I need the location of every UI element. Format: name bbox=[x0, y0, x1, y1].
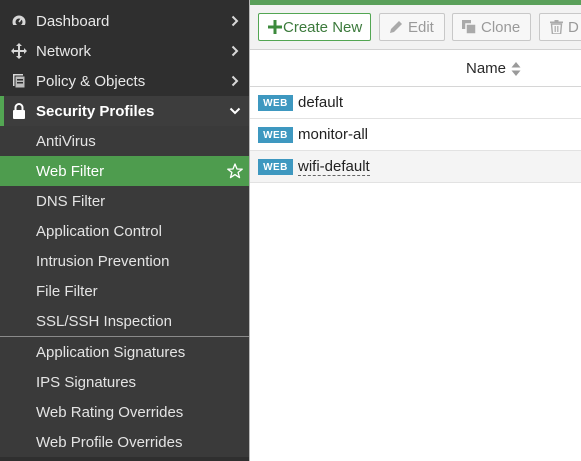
active-section-accent bbox=[0, 96, 4, 126]
sidebar-item-dashboard[interactable]: Dashboard bbox=[0, 6, 249, 36]
sidebar-subitem-label: SSL/SSH Inspection bbox=[36, 312, 172, 330]
sidebar-subitem-intrusion-prevention[interactable]: Intrusion Prevention bbox=[0, 246, 249, 276]
dashboard-icon bbox=[10, 12, 28, 30]
create-new-label: Create New bbox=[283, 18, 363, 36]
star-icon[interactable] bbox=[227, 163, 243, 179]
pencil-icon bbox=[388, 19, 404, 35]
delete-button[interactable]: D bbox=[539, 13, 581, 41]
sidebar-subitem-application-signatures[interactable]: Application Signatures bbox=[0, 337, 249, 367]
web-badge: WEB bbox=[258, 95, 293, 111]
sidebar-item-network[interactable]: Network bbox=[0, 36, 249, 66]
trash-icon bbox=[548, 19, 564, 35]
chevron-down-icon bbox=[229, 105, 241, 117]
sidebar: Dashboard Network Policy & Objects Secur… bbox=[0, 0, 249, 461]
chevron-right-icon bbox=[229, 45, 241, 57]
sidebar-subitem-ssl-ssh-inspection[interactable]: SSL/SSH Inspection bbox=[0, 306, 249, 336]
table-row[interactable]: WEB default bbox=[250, 87, 581, 119]
sidebar-subitem-label: Intrusion Prevention bbox=[36, 252, 170, 270]
edit-label: Edit bbox=[408, 18, 434, 36]
profile-name: monitor-all bbox=[298, 126, 369, 143]
profile-name: default bbox=[298, 94, 344, 111]
sidebar-item-security-profiles[interactable]: Security Profiles bbox=[0, 96, 249, 126]
sidebar-subitem-label: AntiVirus bbox=[36, 132, 96, 150]
sidebar-subitem-label: File Filter bbox=[36, 282, 98, 300]
chevron-right-icon bbox=[229, 75, 241, 87]
plus-icon bbox=[267, 19, 283, 35]
edit-button[interactable]: Edit bbox=[379, 13, 445, 41]
clone-button[interactable]: Clone bbox=[452, 13, 531, 41]
sidebar-subitem-label: Web Profile Overrides bbox=[36, 433, 183, 451]
web-badge: WEB bbox=[258, 127, 293, 143]
toolbar-accent-line bbox=[250, 0, 581, 5]
web-badge: WEB bbox=[258, 159, 293, 175]
sidebar-subitem-ips-signatures[interactable]: IPS Signatures bbox=[0, 367, 249, 397]
sidebar-item-label: Policy & Objects bbox=[36, 72, 146, 90]
sidebar-subitem-label: Application Signatures bbox=[36, 343, 186, 361]
column-header-label: Name bbox=[466, 60, 507, 77]
sidebar-subitem-label: DNS Filter bbox=[36, 192, 106, 210]
clone-icon bbox=[461, 19, 477, 35]
table-row[interactable]: WEB monitor-all bbox=[250, 119, 581, 151]
sidebar-subitem-web-filter[interactable]: Web Filter bbox=[0, 156, 249, 186]
sidebar-item-policy-objects[interactable]: Policy & Objects bbox=[0, 66, 249, 96]
chevron-right-icon bbox=[229, 15, 241, 27]
sidebar-item-label: Security Profiles bbox=[36, 102, 155, 120]
sidebar-item-label: Dashboard bbox=[36, 12, 110, 30]
table-row[interactable]: WEB wifi-default bbox=[250, 151, 581, 183]
profile-name: wifi-default bbox=[298, 158, 370, 176]
sidebar-subitem-file-filter[interactable]: File Filter bbox=[0, 276, 249, 306]
policy-icon bbox=[10, 72, 28, 90]
column-header-name[interactable]: Name bbox=[466, 60, 521, 77]
lock-icon bbox=[10, 102, 28, 120]
sidebar-subitem-antivirus[interactable]: AntiVirus bbox=[0, 126, 249, 156]
create-new-button[interactable]: Create New bbox=[258, 13, 371, 41]
sidebar-subitem-label: Web Rating Overrides bbox=[36, 403, 184, 421]
sidebar-subitem-web-rating-overrides[interactable]: Web Rating Overrides bbox=[0, 397, 249, 427]
clone-label: Clone bbox=[481, 18, 521, 36]
sort-icon bbox=[511, 61, 521, 76]
delete-label: D bbox=[568, 18, 579, 36]
sidebar-subitem-label: IPS Signatures bbox=[36, 373, 137, 391]
sidebar-item-label: Network bbox=[36, 42, 92, 60]
sidebar-subitem-web-profile-overrides[interactable]: Web Profile Overrides bbox=[0, 427, 249, 457]
network-icon bbox=[10, 42, 28, 60]
sidebar-subitem-label: Web Filter bbox=[36, 162, 105, 180]
table-header: Name bbox=[250, 51, 581, 87]
sidebar-subitem-application-control[interactable]: Application Control bbox=[0, 216, 249, 246]
sidebar-subitem-dns-filter[interactable]: DNS Filter bbox=[0, 186, 249, 216]
sidebar-subitem-label: Application Control bbox=[36, 222, 162, 240]
